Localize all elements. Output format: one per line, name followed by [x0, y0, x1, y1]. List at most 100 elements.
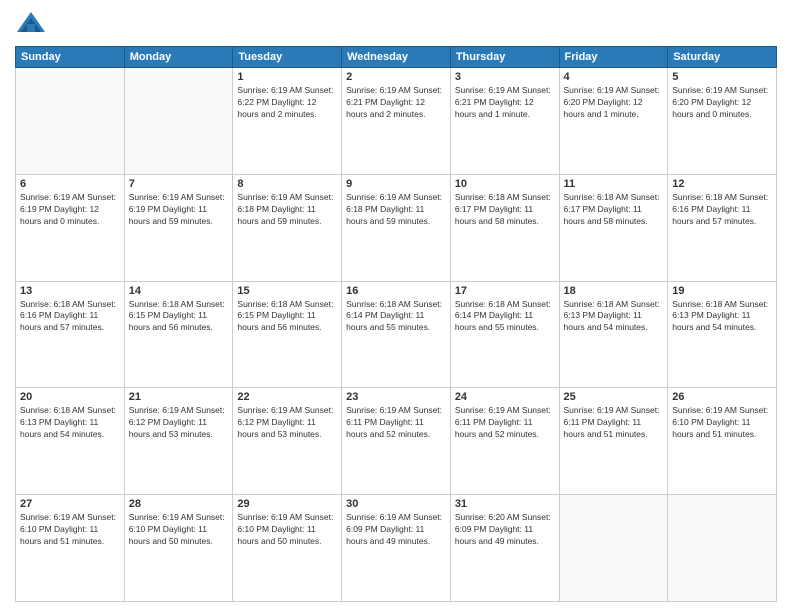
day-info: Sunrise: 6:19 AM Sunset: 6:21 PM Dayligh…	[346, 85, 446, 121]
calendar-header-monday: Monday	[124, 47, 233, 68]
calendar-cell-1-3: 9 Sunrise: 6:19 AM Sunset: 6:18 PM Daylig…	[342, 174, 451, 281]
day-info: Sunrise: 6:19 AM Sunset: 6:10 PM Dayligh…	[237, 512, 337, 548]
day-info: Sunrise: 6:19 AM Sunset: 6:19 PM Dayligh…	[20, 192, 120, 228]
calendar-header-thursday: Thursday	[450, 47, 559, 68]
calendar-week-3: 20 Sunrise: 6:18 AM Sunset: 6:13 PM Dayli…	[16, 388, 777, 495]
day-number: 15	[237, 285, 337, 297]
day-number: 3	[455, 71, 555, 83]
day-number: 21	[129, 391, 229, 403]
day-info: Sunrise: 6:18 AM Sunset: 6:16 PM Dayligh…	[20, 299, 120, 335]
calendar-cell-2-2: 15Sunrise: 6:18 AM Sunset: 6:15 PM Dayli…	[233, 281, 342, 388]
calendar-cell-3-4: 24Sunrise: 6:19 AM Sunset: 6:11 PM Dayli…	[450, 388, 559, 495]
day-info: Sunrise: 6:20 AM Sunset: 6:09 PM Dayligh…	[455, 512, 555, 548]
day-number: 14	[129, 285, 229, 297]
day-number: 8	[237, 178, 337, 190]
day-number: 29	[237, 498, 337, 510]
calendar-cell-3-6: 26 Sunrise: 6:19 AM Sunset: 6:10 PM Dayli…	[668, 388, 777, 495]
day-info: Sunrise: 6:19 AM Sunset: 6:18 PM Dayligh…	[237, 192, 337, 228]
day-number: 7	[129, 178, 229, 190]
calendar-cell-2-0: 13 Sunrise: 6:18 AM Sunset: 6:16 PM Dayli…	[16, 281, 125, 388]
calendar-cell-3-0: 20 Sunrise: 6:18 AM Sunset: 6:13 PM Dayli…	[16, 388, 125, 495]
calendar-header-saturday: Saturday	[668, 47, 777, 68]
day-info: Sunrise: 6:18 AM Sunset: 6:17 PM Dayligh…	[564, 192, 664, 228]
logo	[15, 10, 51, 38]
calendar-cell-0-2: 1Sunrise: 6:19 AM Sunset: 6:22 PM Daylig…	[233, 68, 342, 175]
calendar-header-row: SundayMondayTuesdayWednesdayThursdayFrid…	[16, 47, 777, 68]
calendar-cell-1-2: 8 Sunrise: 6:19 AM Sunset: 6:18 PM Daylig…	[233, 174, 342, 281]
day-info: Sunrise: 6:19 AM Sunset: 6:11 PM Dayligh…	[346, 405, 446, 441]
day-info: Sunrise: 6:19 AM Sunset: 6:19 PM Dayligh…	[129, 192, 229, 228]
calendar-cell-4-3: 30 Sunrise: 6:19 AM Sunset: 6:09 PM Dayli…	[342, 495, 451, 602]
day-number: 6	[20, 178, 120, 190]
calendar-cell-3-1: 21 Sunrise: 6:19 AM Sunset: 6:12 PM Dayli…	[124, 388, 233, 495]
day-info: Sunrise: 6:19 AM Sunset: 6:20 PM Dayligh…	[672, 85, 772, 121]
calendar-table: SundayMondayTuesdayWednesdayThursdayFrid…	[15, 46, 777, 602]
calendar-cell-0-6: 5 Sunrise: 6:19 AM Sunset: 6:20 PM Daylig…	[668, 68, 777, 175]
calendar-cell-2-5: 18 Sunrise: 6:18 AM Sunset: 6:13 PM Dayli…	[559, 281, 668, 388]
calendar-cell-3-2: 22 Sunrise: 6:19 AM Sunset: 6:12 PM Dayli…	[233, 388, 342, 495]
day-number: 20	[20, 391, 120, 403]
day-number: 18	[564, 285, 664, 297]
calendar-header-tuesday: Tuesday	[233, 47, 342, 68]
day-info: Sunrise: 6:19 AM Sunset: 6:22 PM Dayligh…	[237, 85, 337, 121]
calendar-cell-0-5: 4Sunrise: 6:19 AM Sunset: 6:20 PM Daylig…	[559, 68, 668, 175]
day-number: 4	[564, 71, 664, 83]
day-info: Sunrise: 6:19 AM Sunset: 6:12 PM Dayligh…	[237, 405, 337, 441]
day-number: 19	[672, 285, 772, 297]
day-number: 30	[346, 498, 446, 510]
calendar-cell-4-1: 28 Sunrise: 6:19 AM Sunset: 6:10 PM Dayli…	[124, 495, 233, 602]
day-info: Sunrise: 6:18 AM Sunset: 6:14 PM Dayligh…	[455, 299, 555, 335]
day-info: Sunrise: 6:19 AM Sunset: 6:09 PM Dayligh…	[346, 512, 446, 548]
logo-icon	[15, 10, 47, 38]
day-number: 5	[672, 71, 772, 83]
calendar-cell-1-1: 7 Sunrise: 6:19 AM Sunset: 6:19 PM Daylig…	[124, 174, 233, 281]
calendar-cell-2-6: 19 Sunrise: 6:18 AM Sunset: 6:13 PM Dayli…	[668, 281, 777, 388]
day-info: Sunrise: 6:18 AM Sunset: 6:15 PM Dayligh…	[129, 299, 229, 335]
day-number: 13	[20, 285, 120, 297]
calendar-cell-0-1	[124, 68, 233, 175]
day-number: 25	[564, 391, 664, 403]
day-number: 28	[129, 498, 229, 510]
day-info: Sunrise: 6:19 AM Sunset: 6:12 PM Dayligh…	[129, 405, 229, 441]
page: SundayMondayTuesdayWednesdayThursdayFrid…	[0, 0, 792, 612]
calendar-cell-4-6	[668, 495, 777, 602]
calendar-cell-2-4: 17Sunrise: 6:18 AM Sunset: 6:14 PM Dayli…	[450, 281, 559, 388]
day-info: Sunrise: 6:19 AM Sunset: 6:10 PM Dayligh…	[129, 512, 229, 548]
calendar-cell-3-5: 25 Sunrise: 6:19 AM Sunset: 6:11 PM Dayli…	[559, 388, 668, 495]
day-number: 24	[455, 391, 555, 403]
day-info: Sunrise: 6:18 AM Sunset: 6:17 PM Dayligh…	[455, 192, 555, 228]
day-info: Sunrise: 6:18 AM Sunset: 6:14 PM Dayligh…	[346, 299, 446, 335]
header	[15, 10, 777, 38]
calendar-cell-2-3: 16Sunrise: 6:18 AM Sunset: 6:14 PM Dayli…	[342, 281, 451, 388]
day-info: Sunrise: 6:19 AM Sunset: 6:11 PM Dayligh…	[564, 405, 664, 441]
calendar-cell-4-4: 31 Sunrise: 6:20 AM Sunset: 6:09 PM Dayli…	[450, 495, 559, 602]
calendar-header-sunday: Sunday	[16, 47, 125, 68]
day-info: Sunrise: 6:18 AM Sunset: 6:16 PM Dayligh…	[672, 192, 772, 228]
day-info: Sunrise: 6:18 AM Sunset: 6:13 PM Dayligh…	[564, 299, 664, 335]
day-number: 9	[346, 178, 446, 190]
calendar-cell-1-6: 12 Sunrise: 6:18 AM Sunset: 6:16 PM Dayli…	[668, 174, 777, 281]
calendar-week-2: 13 Sunrise: 6:18 AM Sunset: 6:16 PM Dayli…	[16, 281, 777, 388]
calendar-cell-4-2: 29 Sunrise: 6:19 AM Sunset: 6:10 PM Dayli…	[233, 495, 342, 602]
day-info: Sunrise: 6:19 AM Sunset: 6:21 PM Dayligh…	[455, 85, 555, 121]
day-number: 26	[672, 391, 772, 403]
calendar-header-friday: Friday	[559, 47, 668, 68]
calendar-week-0: 1Sunrise: 6:19 AM Sunset: 6:22 PM Daylig…	[16, 68, 777, 175]
day-number: 12	[672, 178, 772, 190]
day-number: 31	[455, 498, 555, 510]
calendar-cell-1-0: 6 Sunrise: 6:19 AM Sunset: 6:19 PM Daylig…	[16, 174, 125, 281]
day-number: 27	[20, 498, 120, 510]
day-info: Sunrise: 6:18 AM Sunset: 6:13 PM Dayligh…	[20, 405, 120, 441]
day-number: 22	[237, 391, 337, 403]
day-info: Sunrise: 6:19 AM Sunset: 6:10 PM Dayligh…	[672, 405, 772, 441]
day-info: Sunrise: 6:19 AM Sunset: 6:18 PM Dayligh…	[346, 192, 446, 228]
calendar-cell-1-5: 11 Sunrise: 6:18 AM Sunset: 6:17 PM Dayli…	[559, 174, 668, 281]
day-info: Sunrise: 6:19 AM Sunset: 6:10 PM Dayligh…	[20, 512, 120, 548]
day-number: 11	[564, 178, 664, 190]
calendar-cell-2-1: 14 Sunrise: 6:18 AM Sunset: 6:15 PM Dayli…	[124, 281, 233, 388]
calendar-cell-1-4: 10Sunrise: 6:18 AM Sunset: 6:17 PM Dayli…	[450, 174, 559, 281]
day-info: Sunrise: 6:18 AM Sunset: 6:13 PM Dayligh…	[672, 299, 772, 335]
calendar-cell-0-3: 2Sunrise: 6:19 AM Sunset: 6:21 PM Daylig…	[342, 68, 451, 175]
calendar-cell-4-5	[559, 495, 668, 602]
calendar-cell-0-4: 3 Sunrise: 6:19 AM Sunset: 6:21 PM Daylig…	[450, 68, 559, 175]
